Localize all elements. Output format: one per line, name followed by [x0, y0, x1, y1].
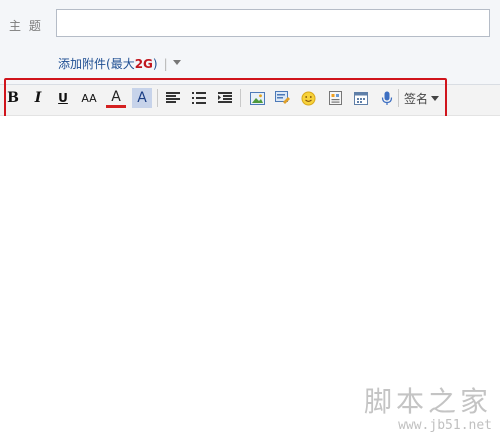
attachment-dropdown-icon[interactable]	[172, 60, 181, 65]
subject-label: 主 题	[9, 19, 43, 33]
toolbar-highlight-box	[4, 78, 447, 118]
attachment-size-value: 2G	[134, 57, 153, 71]
add-attachment-link[interactable]: 添加附件	[58, 55, 106, 72]
subject-input[interactable]	[56, 9, 490, 37]
watermark-url: www.jb51.net	[398, 418, 492, 433]
attachment-separator: |	[163, 56, 168, 71]
attachment-size-limit: (最大2G)	[106, 57, 158, 71]
watermark: 脚本之家 www.jb51.net	[363, 385, 492, 434]
watermark-title: 脚本之家	[363, 385, 492, 418]
attachment-row: 添加附件 (最大2G) |	[58, 55, 181, 72]
